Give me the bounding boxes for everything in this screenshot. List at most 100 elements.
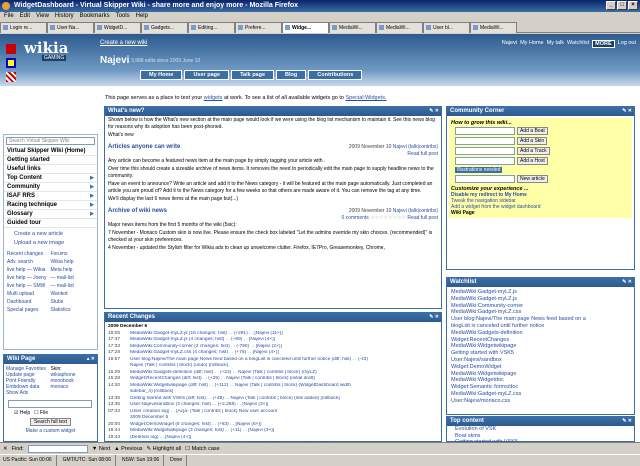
watchlist-item[interactable]: MediaWiki:Widgetwikipage — [447, 343, 634, 350]
watchlist-item[interactable]: User blog:Najevi/The main page News feed… — [447, 316, 634, 323]
file-checkbox[interactable]: ☐ File — [34, 410, 48, 416]
browser-tab[interactable]: Login re... — [0, 22, 47, 33]
user-link[interactable]: Najevi — [502, 40, 517, 48]
sidebar-item-home[interactable]: Virtual Skipper Wiki (Home) — [4, 147, 97, 156]
sidebar-link[interactable]: Multi upload — [7, 290, 51, 298]
browser-tab[interactable]: MediaWi... — [376, 22, 423, 33]
comments-link[interactable]: 0 comments — [342, 215, 369, 221]
custom-widget-link[interactable]: Make a custom widget — [4, 428, 97, 434]
close-button[interactable]: × — [628, 1, 638, 10]
sidebar-item-getting-started[interactable]: Getting started — [4, 156, 97, 165]
change-summary[interactable]: User:Najevi/sandbox (3 changes; hist) . … — [130, 402, 268, 407]
skin-link[interactable]: monaco — [51, 384, 96, 390]
change-summary[interactable]: MediaWiki:Gadget-myLZ.js (15 changes; hi… — [130, 331, 283, 336]
my-home-link[interactable]: My Home — [520, 40, 544, 48]
sidebar-item-guided-tour[interactable]: Guided tour — [4, 219, 97, 228]
news-item-title[interactable]: Archive of wiki news 2009 November 10 Naj… — [105, 204, 441, 215]
match-case-checkbox[interactable]: ☐ Match case — [185, 446, 220, 452]
sidebar-link[interactable]: Recent changes — [7, 250, 51, 258]
change-summary[interactable]: MediaWiki:Widgetwikipage (diff; hist) . … — [130, 383, 351, 388]
sidebar-item-racing-technique[interactable]: Racing technique ▶ — [4, 201, 97, 210]
tab-talk-page[interactable]: Talk page — [231, 70, 275, 80]
minimize-button[interactable]: _ — [606, 1, 616, 10]
new-article-button[interactable]: New article — [517, 175, 548, 183]
browser-tab[interactable]: Prefere... — [235, 22, 282, 33]
browser-tab[interactable]: MediaWi... — [470, 22, 517, 33]
new-article-input[interactable] — [455, 175, 515, 183]
watchlist-link[interactable]: Watchlist — [567, 40, 589, 48]
change-summary[interactable]: sidebar_4) [rollback] — [130, 389, 173, 394]
sidebar-link[interactable]: Statistics — [51, 306, 95, 314]
add-track-button[interactable]: Add a Track — [517, 147, 550, 155]
tab-contributions[interactable]: Contributions — [308, 70, 363, 80]
watchlist-item[interactable]: blogList is canceled until further notic… — [447, 323, 634, 330]
news-item-title[interactable]: Articles anyone can write 2009 November 1… — [105, 140, 441, 151]
menu-file[interactable]: File — [4, 12, 14, 21]
sidebar-item-useful-links[interactable]: Useful links — [4, 165, 97, 174]
rating-stars-icon[interactable]: ☆☆☆☆☆☆☆☆ — [370, 215, 406, 221]
menu-view[interactable]: View — [36, 12, 49, 21]
sidebar-link[interactable]: Wanted — [51, 290, 95, 298]
boat-input[interactable] — [455, 127, 515, 135]
watchlist-item[interactable]: MediaWiki:Gadget-myLZ.js — [447, 296, 634, 303]
add-boat-button[interactable]: Add a Boat — [517, 127, 548, 135]
change-summary[interactable]: Najevi (Talk | contribs | block) (undo) … — [130, 363, 228, 368]
sidebar-link[interactable]: live help — Joeny — [7, 274, 51, 282]
sidebar-link[interactable]: Wikia help — [51, 258, 95, 266]
track-input[interactable] — [455, 147, 515, 155]
sidebar-item-isaf-rrs[interactable]: ISAF RRS ▶ — [4, 192, 97, 201]
create-wiki-link[interactable]: Create a new wiki — [100, 40, 147, 46]
change-summary[interactable]: Widget:RecentChanges (diff; hist) . . (+… — [130, 376, 315, 381]
menu-tools[interactable]: Tools — [116, 12, 130, 21]
watchlist-item[interactable]: MediaWiki:Widgetdoc — [447, 377, 634, 384]
sidebar-link[interactable]: Stubs — [51, 298, 95, 306]
watchlist-item[interactable]: MediaWiki:Gadget-myLZ.css — [447, 309, 634, 316]
read-full-post-link[interactable]: Read full post — [407, 215, 438, 221]
tab-my-home[interactable]: My Home — [140, 70, 183, 80]
menu-bookmarks[interactable]: Bookmarks — [80, 12, 110, 21]
skin-input[interactable] — [455, 137, 515, 145]
sidebar-item-community[interactable]: Community ▶ — [4, 183, 97, 192]
browser-tab[interactable]: User bl... — [423, 22, 470, 33]
menu-history[interactable]: History — [55, 12, 74, 21]
watchlist-item[interactable]: Widget:Semantic forms/doc — [447, 384, 634, 391]
wiki-search-input[interactable] — [8, 400, 92, 408]
tab-blog[interactable]: Blog — [276, 70, 307, 80]
sidebar-item-glossary[interactable]: Glossary ▶ — [4, 210, 97, 219]
menu-edit[interactable]: Edit — [20, 12, 30, 21]
highlight-all-button[interactable]: ✎ Highlight all — [147, 446, 182, 452]
search-input[interactable]: Search Virtual Skipper Wiki — [6, 137, 95, 145]
find-previous-button[interactable]: ▲ Previous — [114, 446, 142, 452]
watchlist-item[interactable]: Widget:RecentChanges — [447, 337, 634, 344]
add-skin-button[interactable]: Add a Skin — [517, 137, 548, 145]
help-checkbox[interactable]: ☑ Help — [14, 410, 30, 416]
host-input[interactable] — [455, 157, 515, 165]
change-summary[interactable]: (User creation log) . . [Ac]a- (Talk | c… — [130, 409, 277, 414]
sidebar-link[interactable]: Special pages — [7, 306, 51, 314]
browser-tab-active[interactable]: Widge... — [282, 22, 329, 33]
special-widgets-link[interactable]: Special:Widgets. — [346, 95, 387, 101]
watchlist-item[interactable]: Widget:DemoWidget — [447, 364, 634, 371]
watchlist-item[interactable]: MediaWiki:Gadget-myLZ.js — [447, 289, 634, 296]
browser-tab[interactable]: MediaWi... — [329, 22, 376, 33]
maximize-button[interactable]: □ — [617, 1, 627, 10]
more-menu-button[interactable]: MORE — [592, 40, 615, 48]
find-close-icon[interactable]: ✕ — [3, 446, 8, 452]
sidebar-link[interactable]: Dashboard — [7, 298, 51, 306]
change-summary[interactable]: MediaWiki:Gadget-myLZ.js (4 changes; his… — [130, 337, 275, 342]
widgets-link[interactable]: widgets — [204, 95, 223, 101]
top-content-item[interactable]: Boat skins — [447, 433, 634, 440]
search-full-text-button[interactable]: Search full text — [30, 418, 71, 426]
sidebar-link[interactable]: Meta help — [51, 266, 95, 274]
widget-close-icon[interactable]: ✎ ✕ — [429, 313, 439, 322]
wikia-logo[interactable]: wikia GAMING — [6, 34, 101, 86]
sidebar-link[interactable]: Forums — [51, 250, 95, 258]
browser-tab[interactable]: Gadgets... — [141, 22, 188, 33]
browser-tab[interactable]: Editing... — [188, 22, 235, 33]
change-summary[interactable]: MediaWiki:Gadget-myLZ.css (4 changes; hi… — [130, 350, 279, 355]
add-host-button[interactable]: Add a Host — [517, 157, 548, 165]
create-article-link[interactable]: Create a new article — [14, 230, 87, 239]
change-summary[interactable]: Widget:DemoWidget (6 changes; hist) . . … — [130, 422, 261, 427]
find-next-button[interactable]: ▼ Next — [92, 446, 110, 452]
sidebar-item-top-content[interactable]: Top Content ▶ — [4, 174, 97, 183]
